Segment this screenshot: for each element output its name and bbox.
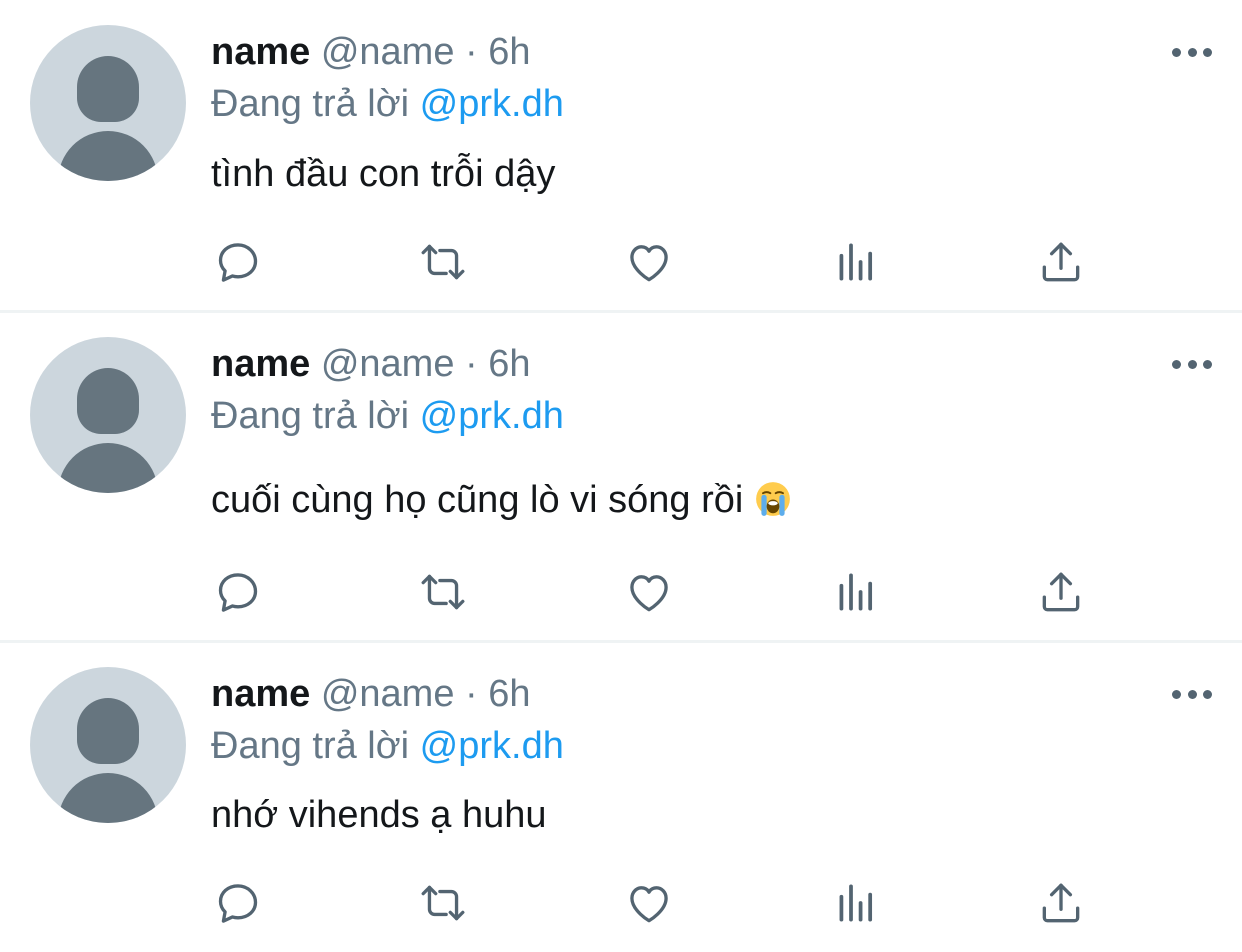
separator: · <box>465 31 478 73</box>
more-options-icon[interactable] <box>1172 354 1212 374</box>
handle[interactable]: @name <box>321 673 455 715</box>
views-icon <box>839 243 873 281</box>
share-icon <box>1042 242 1080 282</box>
avatar-head-shape <box>77 698 139 764</box>
tweet-text-content: nhớ vihends ạ huhu <box>211 794 547 836</box>
tweet-text: tình đầu con trỗi dậy <box>211 152 555 196</box>
views-button[interactable] <box>828 564 884 620</box>
tweet-header: name @name · 6h <box>211 30 531 74</box>
tweet[interactable]: name @name · 6h Đang trả lời @prk.dh tìn… <box>0 0 1242 310</box>
reply-button[interactable] <box>210 234 266 290</box>
reply-to-link[interactable]: @prk.dh <box>420 395 564 437</box>
reply-to-link[interactable]: @prk.dh <box>420 725 564 767</box>
display-name[interactable]: name <box>211 343 310 385</box>
handle[interactable]: @name <box>321 31 455 73</box>
reply-icon <box>218 884 258 923</box>
dot <box>1203 359 1212 369</box>
more-options-icon[interactable] <box>1172 42 1212 62</box>
share-button[interactable] <box>1033 875 1089 931</box>
separator: · <box>465 343 478 385</box>
tweet-text: cuối cùng họ cũng lò vi sóng rồi <box>211 478 792 522</box>
reply-context: Đang trả lời @prk.dh <box>211 724 564 768</box>
dot <box>1203 689 1212 699</box>
retweet-icon <box>421 574 465 610</box>
tweet-text-content: cuối cùng họ cũng lò vi sóng rồi <box>211 479 744 521</box>
tweet[interactable]: name @name · 6h Đang trả lời @prk.dh cuố… <box>0 313 1242 640</box>
like-icon <box>630 575 668 612</box>
separator: · <box>465 673 478 715</box>
avatar-head-shape <box>77 368 139 434</box>
timestamp[interactable]: 6h <box>488 343 530 385</box>
avatar-body-shape <box>58 131 158 181</box>
like-button[interactable] <box>621 564 677 620</box>
dot <box>1187 689 1197 699</box>
tweet-text: nhớ vihends ạ huhu <box>211 793 547 837</box>
reply-icon <box>218 243 258 282</box>
handle[interactable]: @name <box>321 343 455 385</box>
retweet-button[interactable] <box>415 875 471 931</box>
retweet-icon <box>421 885 465 921</box>
reply-button[interactable] <box>210 875 266 931</box>
avatar-body-shape <box>58 773 158 823</box>
retweet-button[interactable] <box>415 234 471 290</box>
retweet-icon <box>421 244 465 280</box>
avatar[interactable] <box>30 667 186 823</box>
tweet-header: name @name · 6h <box>211 672 531 716</box>
dot <box>1203 47 1212 57</box>
loudly-crying-face-icon <box>756 482 790 516</box>
reply-button[interactable] <box>210 564 266 620</box>
views-icon <box>839 573 873 611</box>
like-button[interactable] <box>621 234 677 290</box>
reply-context: Đang trả lời @prk.dh <box>211 394 564 438</box>
like-icon <box>630 886 668 923</box>
views-button[interactable] <box>828 234 884 290</box>
retweet-button[interactable] <box>415 564 471 620</box>
dot <box>1172 47 1181 57</box>
avatar-head-shape <box>77 56 139 122</box>
more-options-icon[interactable] <box>1172 684 1212 704</box>
display-name[interactable]: name <box>211 31 310 73</box>
reply-context: Đang trả lời @prk.dh <box>211 82 564 126</box>
like-button[interactable] <box>621 875 677 931</box>
avatar-body-shape <box>58 443 158 493</box>
timestamp[interactable]: 6h <box>488 31 530 73</box>
tweet-text-content: tình đầu con trỗi dậy <box>211 153 556 195</box>
reply-prefix: Đang trả lời <box>211 83 410 125</box>
dot <box>1172 689 1181 699</box>
tweet[interactable]: name @name · 6h Đang trả lời @prk.dh nhớ… <box>0 643 1242 952</box>
display-name[interactable]: name <box>211 673 310 715</box>
share-icon <box>1042 883 1080 923</box>
share-icon <box>1042 572 1080 612</box>
reply-prefix: Đang trả lời <box>211 725 410 767</box>
reply-icon <box>218 573 258 612</box>
tweet-header: name @name · 6h <box>211 342 531 386</box>
avatar[interactable] <box>30 337 186 493</box>
like-icon <box>630 245 668 282</box>
reply-to-link[interactable]: @prk.dh <box>420 83 564 125</box>
avatar[interactable] <box>30 25 186 181</box>
timestamp[interactable]: 6h <box>488 673 530 715</box>
share-button[interactable] <box>1033 564 1089 620</box>
dot <box>1172 359 1181 369</box>
reply-prefix: Đang trả lời <box>211 395 410 437</box>
dot <box>1187 359 1197 369</box>
share-button[interactable] <box>1033 234 1089 290</box>
views-button[interactable] <box>828 875 884 931</box>
dot <box>1187 47 1197 57</box>
views-icon <box>839 884 873 922</box>
